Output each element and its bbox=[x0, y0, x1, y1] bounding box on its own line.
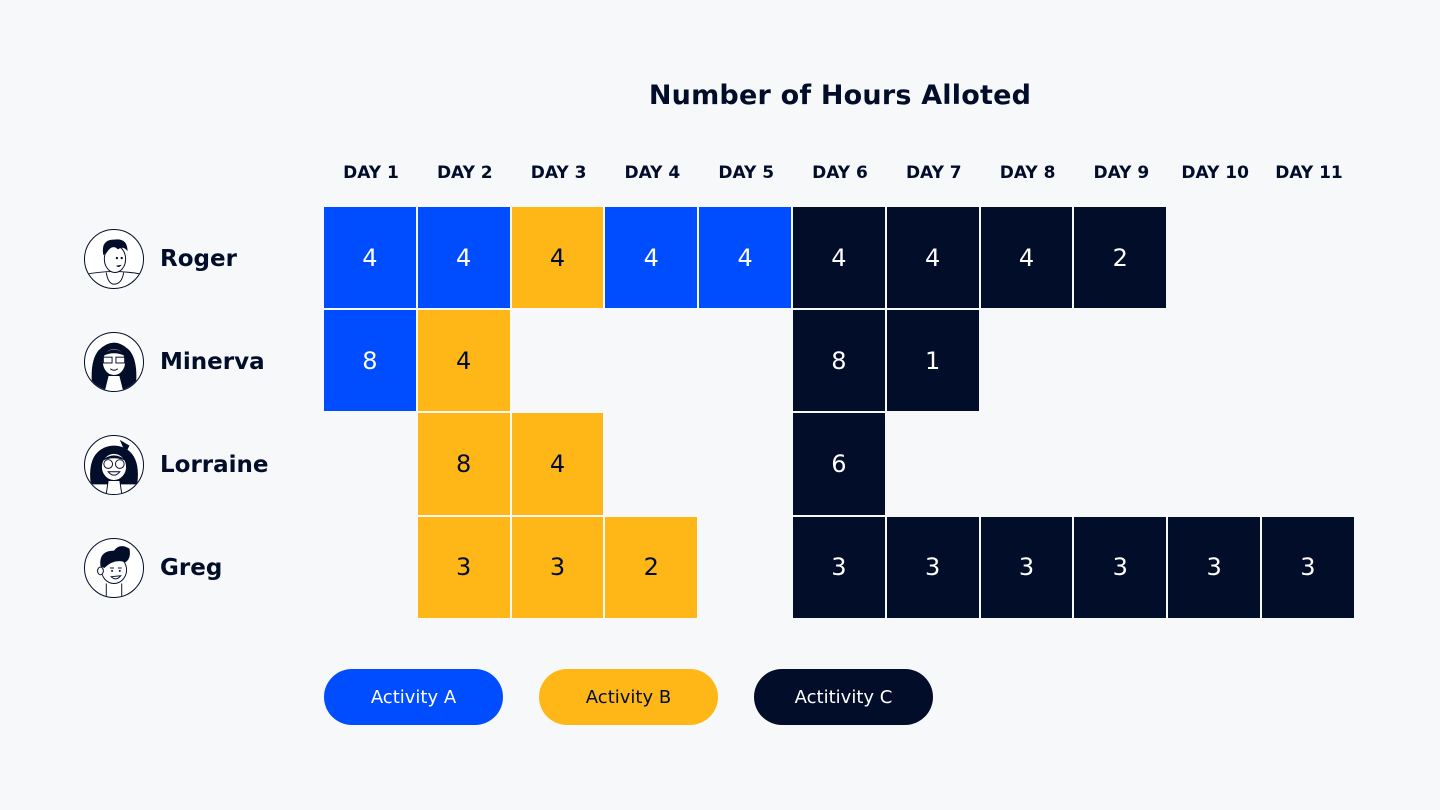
cell-value: 2 bbox=[1112, 243, 1128, 272]
cell-greg-day-10: 3 bbox=[1168, 516, 1260, 618]
row-label-greg: Greg bbox=[84, 537, 222, 599]
row-label-roger: Roger bbox=[84, 228, 237, 290]
column-header-day-4: DAY 4 bbox=[624, 163, 681, 183]
column-header-day-8: DAY 8 bbox=[999, 163, 1056, 183]
cell-value: 4 bbox=[737, 243, 753, 272]
cell-value: 3 bbox=[1300, 553, 1316, 582]
cell-greg-day-2: 3 bbox=[417, 516, 510, 618]
cell-value: 3 bbox=[1112, 553, 1128, 582]
cell-value: 4 bbox=[831, 243, 847, 272]
cell-value: 4 bbox=[362, 243, 378, 272]
cell-value: 2 bbox=[643, 553, 659, 582]
cell-greg-day-3: 3 bbox=[511, 516, 604, 618]
cell-greg-day-9: 3 bbox=[1074, 516, 1167, 618]
cell-value: 8 bbox=[362, 346, 378, 375]
cell-value: 6 bbox=[831, 449, 847, 478]
chart-title: Number of Hours Alloted bbox=[648, 80, 1032, 111]
row-label-minerva: Minerva bbox=[84, 331, 265, 393]
avatar-lorraine-icon bbox=[84, 435, 144, 495]
cell-value: 3 bbox=[456, 553, 472, 582]
legend-activity-c[interactable]: Actitivity C bbox=[754, 669, 933, 725]
cell-value: 3 bbox=[1206, 553, 1222, 582]
cell-roger-day-6: 4 bbox=[793, 207, 885, 309]
cell-roger-day-7: 4 bbox=[886, 207, 979, 309]
avatar-minerva-icon bbox=[84, 331, 144, 392]
cell-value: 3 bbox=[1018, 553, 1035, 582]
cell-value: 4 bbox=[549, 243, 566, 272]
avatar-roger-icon bbox=[84, 228, 144, 289]
cell-lorraine-day-2: 8 bbox=[417, 413, 510, 515]
cell-minerva-day-6: 8 bbox=[793, 310, 885, 412]
cell-minerva-day-1: 8 bbox=[324, 310, 416, 412]
cell-value: 8 bbox=[831, 346, 847, 375]
cell-lorraine-day-6: 6 bbox=[793, 413, 885, 515]
legend-label: Actitivity C bbox=[794, 686, 893, 708]
cell-value: 4 bbox=[549, 449, 566, 478]
cell-value: 3 bbox=[831, 553, 847, 582]
cell-value: 8 bbox=[456, 449, 472, 478]
cell-greg-day-11: 3 bbox=[1262, 516, 1354, 618]
cell-greg-day-8: 3 bbox=[980, 516, 1073, 618]
column-header-day-1: DAY 1 bbox=[343, 163, 399, 183]
cell-roger-day-4: 4 bbox=[605, 207, 698, 309]
cell-value: 1 bbox=[925, 346, 941, 375]
column-header-day-11: DAY 11 bbox=[1275, 163, 1343, 183]
legend-activity-b[interactable]: Activity B bbox=[539, 669, 718, 725]
person-name: Greg bbox=[160, 555, 223, 582]
legend-activity-a[interactable]: Activity A bbox=[324, 669, 503, 725]
column-header-day-10: DAY 10 bbox=[1181, 163, 1249, 183]
column-header-day-2: DAY 2 bbox=[436, 163, 493, 183]
cell-value: 3 bbox=[925, 553, 941, 582]
avatar-greg-icon bbox=[84, 538, 144, 599]
cell-value: 4 bbox=[1018, 243, 1035, 272]
person-name: Roger bbox=[160, 245, 237, 272]
cell-roger-day-2: 4 bbox=[417, 207, 510, 309]
cell-value: 4 bbox=[925, 243, 941, 272]
cell-value: 4 bbox=[456, 243, 472, 272]
column-header-day-7: DAY 7 bbox=[905, 163, 962, 183]
person-name: Lorraine bbox=[160, 452, 269, 478]
cell-value: 4 bbox=[456, 346, 472, 375]
cell-roger-day-8: 4 bbox=[980, 207, 1073, 309]
cell-roger-day-3: 4 bbox=[511, 207, 604, 309]
cell-roger-day-1: 4 bbox=[324, 207, 416, 309]
cell-roger-day-5: 4 bbox=[699, 207, 791, 309]
legend-label: Activity B bbox=[585, 686, 672, 708]
cell-roger-day-9: 2 bbox=[1074, 207, 1167, 309]
cell-greg-day-6: 3 bbox=[793, 516, 885, 618]
legend-label: Activity A bbox=[370, 686, 457, 708]
column-header-day-9: DAY 9 bbox=[1093, 163, 1150, 183]
row-label-lorraine: Lorraine bbox=[84, 434, 269, 496]
column-header-day-5: DAY 5 bbox=[718, 163, 775, 183]
cell-minerva-day-2: 4 bbox=[417, 310, 510, 412]
column-header-day-3: DAY 3 bbox=[530, 163, 587, 183]
cell-value: 4 bbox=[643, 243, 659, 272]
cell-minerva-day-7: 1 bbox=[886, 310, 979, 412]
column-header-day-6: DAY 6 bbox=[812, 163, 868, 183]
cell-greg-day-4: 2 bbox=[605, 516, 698, 618]
person-name: Minerva bbox=[160, 348, 265, 375]
cell-lorraine-day-3: 4 bbox=[511, 413, 604, 515]
cell-value: 3 bbox=[549, 553, 566, 582]
cell-greg-day-7: 3 bbox=[886, 516, 979, 618]
